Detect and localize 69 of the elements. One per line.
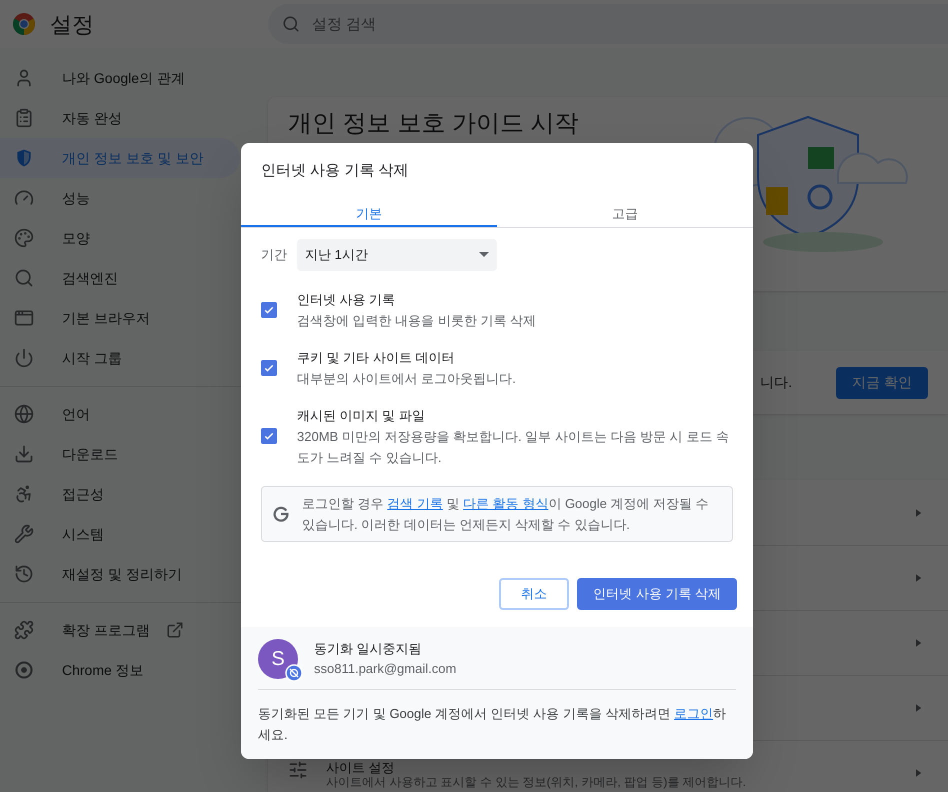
option-title: 캐시된 이미지 및 파일 <box>297 406 426 424</box>
account-email: sso811.park@gmail.com <box>314 660 456 678</box>
tab[interactable]: 기본 <box>241 202 497 226</box>
globe-icon <box>14 404 34 424</box>
sidebar-item[interactable]: 모양 <box>0 218 240 258</box>
link[interactable]: 검색 기록 <box>387 496 443 510</box>
sidebar-item[interactable]: 나와 Google의 관계 <box>0 58 240 98</box>
checkbox[interactable] <box>261 428 277 444</box>
sync-status: 동기화 일시중지됨 <box>314 640 423 658</box>
sidebar-item[interactable]: 자동 완성 <box>0 98 240 138</box>
sidebar-item[interactable]: 검색엔진 <box>0 258 240 298</box>
wrench-icon <box>14 524 34 544</box>
row-description: 사이트에서 사용하고 표시할 수 있는 정보(위치, 카메라, 팝업 등)를 제어합니다. <box>326 775 746 790</box>
sidebar-item[interactable]: 기본 브라우저 <box>0 298 240 338</box>
circle-logo-icon <box>14 660 34 680</box>
cancel-button[interactable]: 취소 <box>499 578 570 610</box>
sidebar-item[interactable]: 시스템 <box>0 514 240 554</box>
browser-logo-icon <box>12 12 36 36</box>
sidebar-item[interactable]: 접근성 <box>0 474 240 514</box>
option-title: 인터넷 사용 기록 <box>297 290 396 308</box>
tab[interactable]: 고급 <box>497 202 753 226</box>
power-icon <box>14 348 34 368</box>
search-icon <box>14 268 34 288</box>
arrow-right-icon[interactable] <box>916 508 922 518</box>
puzzle-icon <box>14 620 34 640</box>
checkmark-icon <box>263 430 275 442</box>
sidebar-item[interactable]: 시작 그룹 <box>0 338 240 378</box>
card-title: 개인 정보 보호 가이드 시작 <box>288 109 579 139</box>
period-label: 기간 <box>261 246 287 264</box>
option-description: 검색창에 입력한 내용을 비롯한 기록 삭제 <box>297 312 536 330</box>
clipboard-icon <box>14 108 34 128</box>
search-icon <box>282 15 300 33</box>
search-field[interactable]: 설정 검색 <box>268 4 948 44</box>
card-text: 니다. <box>760 373 792 392</box>
row-title: 사이트 설정 <box>326 760 396 775</box>
dialog-title: 인터넷 사용 기록 삭제 <box>260 161 410 181</box>
sync-off-badge-icon <box>285 664 303 682</box>
sync-note: 동기화된 모든 기기 및 Google 계정에서 인터넷 사용 기록을 삭제하려면 로그인하세요. <box>258 704 728 744</box>
browser-window-icon <box>14 308 34 328</box>
checkbox[interactable] <box>261 360 277 376</box>
history-icon <box>14 564 34 584</box>
arrow-right-icon[interactable] <box>916 768 922 778</box>
sidebar-item[interactable]: 다운로드 <box>0 434 240 474</box>
sidebar-item[interactable]: 재설정 및 정리하기 <box>0 554 240 594</box>
period-dropdown[interactable]: 지난 1시간 <box>297 238 497 270</box>
checkbox[interactable] <box>261 302 277 318</box>
arrow-right-icon[interactable] <box>916 573 922 583</box>
sidebar-item[interactable]: 성능 <box>0 178 240 218</box>
page-title: 설정 <box>50 10 94 38</box>
info-text: 로그인할 경우 검색 기록 및 다른 활동 형식 이 Google 계정에 저장될 수 있습니다. 이러한 데이터는 언제든지 삭제할 수 있습니다. <box>302 494 710 534</box>
option-title: 쿠키 및 기타 사이트 데이터 <box>297 348 456 366</box>
dropdown-arrow-icon <box>479 252 489 257</box>
sidebar-item[interactable]: 언어 <box>0 394 240 434</box>
g-logo-icon <box>272 504 290 522</box>
sidebar-item[interactable]: Chrome 정보 <box>0 650 240 690</box>
option-description: 대부분의 사이트에서 로그아웃됩니다. <box>297 370 516 388</box>
link[interactable]: 로그인 <box>674 706 714 720</box>
palette-icon <box>14 228 34 248</box>
sidebar-item[interactable]: 개인 정보 보호 및 보안 <box>0 138 240 178</box>
link[interactable]: 다른 활동 형식 <box>463 496 548 510</box>
download-icon <box>14 444 34 464</box>
option-description: 320MB 미만의 저장용량을 확보합니다. 일부 사이트는 다음 방문 시 로드 속도가 느려질 수 있습니다. <box>297 428 730 466</box>
arrow-right-icon[interactable] <box>916 703 922 713</box>
delete-button[interactable]: 인터넷 사용 기록 삭제 <box>577 578 737 610</box>
check-now-button[interactable]: 지금 확인 <box>836 366 928 398</box>
sliders-icon <box>288 760 308 780</box>
arrow-right-icon[interactable] <box>916 638 922 648</box>
sidebar-item[interactable]: 확장 프로그램 <box>0 610 240 650</box>
avatar: S <box>258 638 298 678</box>
